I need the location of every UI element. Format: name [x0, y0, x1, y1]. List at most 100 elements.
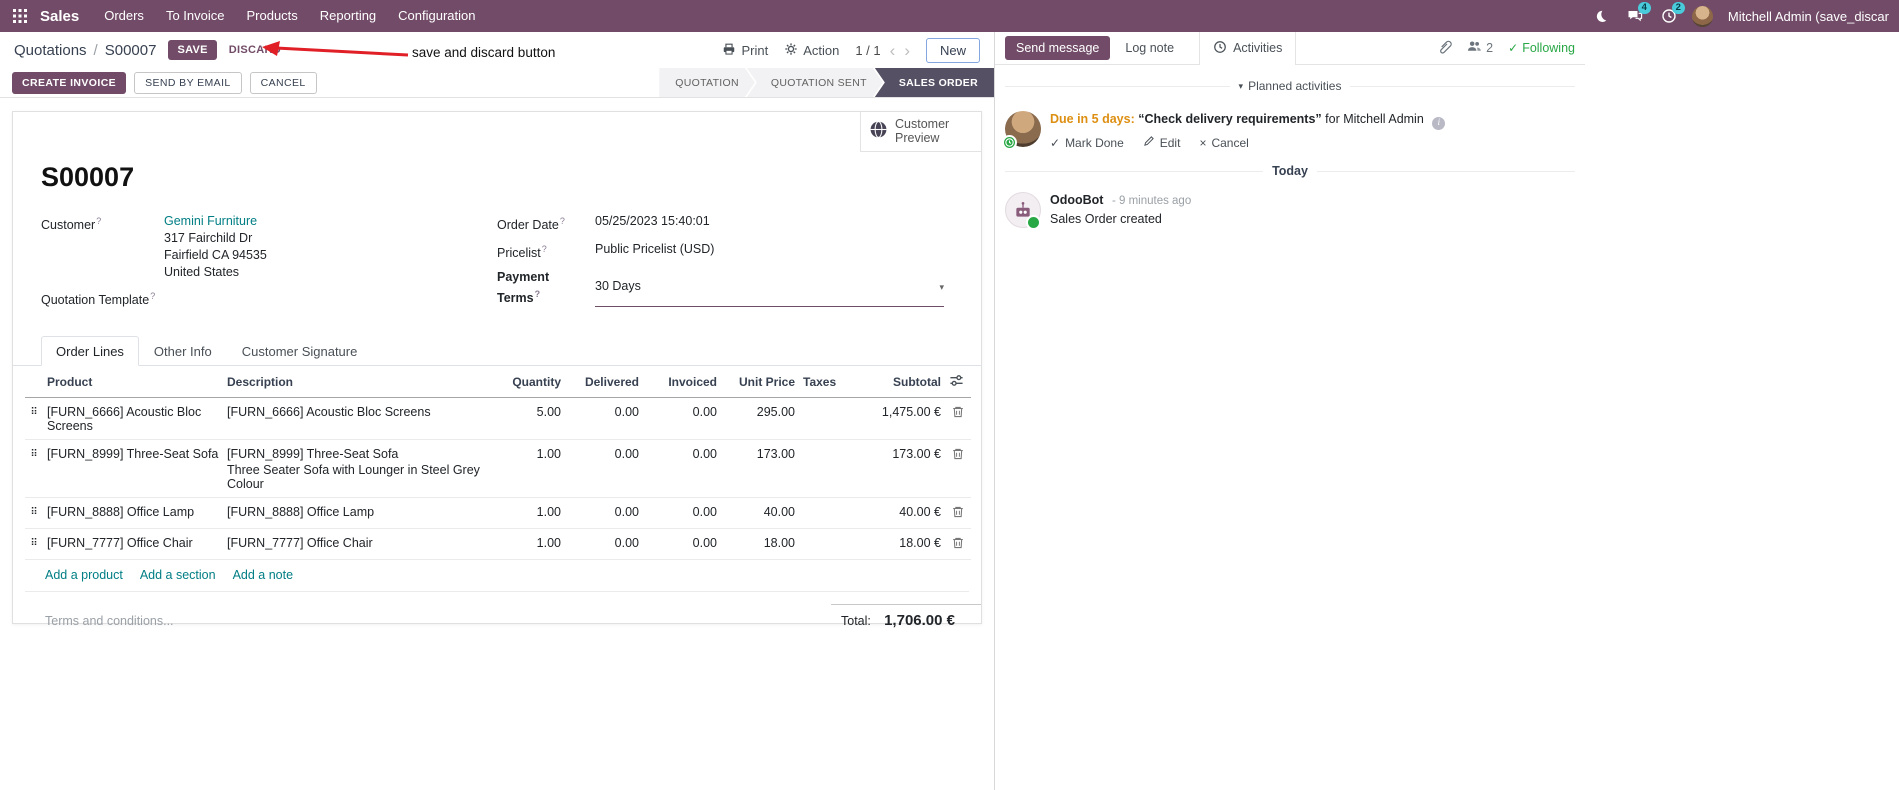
cell-quantity[interactable]: 1.00 [505, 497, 565, 530]
status-step-quotation[interactable]: QUOTATION [659, 68, 755, 97]
drag-handle-icon[interactable]: ⠿ [25, 397, 43, 441]
cell-product[interactable]: [FURN_8999] Three-Seat Sofa [43, 439, 223, 499]
header-description[interactable]: Description [223, 366, 505, 399]
cell-delivered[interactable]: 0.00 [565, 497, 643, 530]
cell-quantity[interactable]: 5.00 [505, 397, 565, 441]
cell-invoiced[interactable]: 0.00 [643, 397, 721, 441]
cell-invoiced[interactable]: 0.00 [643, 528, 721, 561]
header-delivered[interactable]: Delivered [565, 366, 643, 399]
record-title[interactable]: S00007 [41, 162, 981, 193]
drag-handle-icon[interactable]: ⠿ [25, 497, 43, 530]
send-by-email-button[interactable]: SEND BY EMAIL [134, 71, 242, 94]
drag-handle-icon[interactable]: ⠿ [25, 528, 43, 561]
cell-description[interactable]: [FURN_8888] Office Lamp [223, 497, 505, 530]
cell-description[interactable]: [FURN_7777] Office Chair [223, 528, 505, 561]
cell-description[interactable]: [FURN_6666] Acoustic Bloc Screens [223, 397, 505, 441]
delete-row-icon[interactable] [951, 447, 965, 464]
menu-products[interactable]: Products [235, 0, 308, 32]
cell-product[interactable]: [FURN_7777] Office Chair [43, 528, 223, 561]
planned-activities-header[interactable]: ▾ Planned activities [1005, 79, 1576, 93]
odoobot-avatar[interactable] [1005, 192, 1041, 230]
order-line-row[interactable]: ⠿ [FURN_8999] Three-Seat Sofa [FURN_8999… [25, 439, 971, 499]
user-avatar[interactable] [1688, 0, 1718, 32]
edit-activity-button[interactable]: Edit [1143, 135, 1180, 150]
order-line-row[interactable]: ⠿ [FURN_8888] Office Lamp [FURN_8888] Of… [25, 497, 971, 530]
drag-handle-icon[interactable]: ⠿ [25, 439, 43, 499]
activity-avatar[interactable] [1002, 111, 1041, 150]
header-quantity[interactable]: Quantity [505, 366, 565, 399]
send-message-button[interactable]: Send message [1005, 36, 1111, 60]
cell-unit-price[interactable]: 40.00 [721, 497, 799, 530]
cell-quantity[interactable]: 1.00 [505, 528, 565, 561]
dropdown-caret-icon[interactable]: ▾ [939, 279, 944, 296]
status-step-sales-order[interactable]: SALES ORDER [874, 68, 994, 97]
tab-customer-signature[interactable]: Customer Signature [227, 336, 373, 366]
cell-taxes[interactable] [799, 397, 857, 441]
action-button[interactable]: Action [784, 42, 839, 59]
order-line-row[interactable]: ⠿ [FURN_7777] Office Chair [FURN_7777] O… [25, 528, 971, 561]
header-unit-price[interactable]: Unit Price [721, 366, 799, 399]
pager-next-icon[interactable]: › [904, 42, 910, 59]
cell-delivered[interactable]: 0.00 [565, 439, 643, 499]
following-button[interactable]: ✓ Following [1508, 41, 1575, 55]
cell-taxes[interactable] [799, 528, 857, 561]
app-name[interactable]: Sales [40, 8, 79, 25]
save-button[interactable]: SAVE [168, 40, 217, 60]
cancel-activity-button[interactable]: × Cancel [1199, 135, 1248, 150]
optional-columns-icon[interactable] [945, 366, 971, 399]
info-icon[interactable]: i [1432, 117, 1446, 130]
cell-invoiced[interactable]: 0.00 [643, 497, 721, 530]
cell-product[interactable]: [FURN_6666] Acoustic Bloc Screens [43, 397, 223, 441]
menu-reporting[interactable]: Reporting [309, 0, 387, 32]
terms-placeholder[interactable]: Terms and conditions... [25, 604, 174, 628]
delete-row-icon[interactable] [951, 536, 965, 553]
cell-delivered[interactable]: 0.00 [565, 528, 643, 561]
mark-done-button[interactable]: ✓ Mark Done [1050, 135, 1124, 150]
activities-clock-icon[interactable]: 2 [1654, 0, 1685, 32]
cell-product[interactable]: [FURN_8888] Office Lamp [43, 497, 223, 530]
pager-previous-icon[interactable]: ‹ [890, 42, 896, 59]
status-step-quotation-sent[interactable]: QUOTATION SENT [747, 68, 883, 97]
cancel-button[interactable]: CANCEL [249, 71, 317, 94]
dark-mode-moon-icon[interactable] [1586, 0, 1616, 32]
add-note-link[interactable]: Add a note [233, 568, 293, 582]
cell-quantity[interactable]: 1.00 [505, 439, 565, 499]
header-taxes[interactable]: Taxes [799, 366, 857, 399]
header-invoiced[interactable]: Invoiced [643, 366, 721, 399]
cell-delivered[interactable]: 0.00 [565, 397, 643, 441]
customer-preview-button[interactable]: Customer Preview [860, 112, 981, 152]
attachment-paperclip-icon[interactable] [1437, 39, 1452, 57]
order-line-row[interactable]: ⠿ [FURN_6666] Acoustic Bloc Screens [FUR… [25, 397, 971, 441]
cell-unit-price[interactable]: 18.00 [721, 528, 799, 561]
delete-row-icon[interactable] [951, 405, 965, 422]
print-button[interactable]: Print [722, 42, 768, 59]
menu-orders[interactable]: Orders [93, 0, 155, 32]
tab-order-lines[interactable]: Order Lines [41, 336, 139, 367]
payment-terms-input[interactable] [595, 278, 936, 298]
pricelist-value[interactable]: Public Pricelist (USD) [595, 241, 714, 262]
apps-grid-icon[interactable] [6, 0, 34, 32]
header-subtotal[interactable]: Subtotal [857, 366, 945, 399]
header-product[interactable]: Product [43, 366, 223, 399]
tab-other-info[interactable]: Other Info [139, 336, 227, 366]
order-date-value[interactable]: 05/25/2023 15:40:01 [595, 213, 710, 234]
messages-icon[interactable]: 4 [1620, 0, 1651, 32]
menu-to-invoice[interactable]: To Invoice [155, 0, 236, 32]
cell-description[interactable]: [FURN_8999] Three-Seat Sofa Three Seater… [223, 439, 505, 499]
cell-unit-price[interactable]: 295.00 [721, 397, 799, 441]
message-author[interactable]: OdooBot [1050, 193, 1103, 207]
delete-row-icon[interactable] [951, 505, 965, 522]
new-button[interactable]: New [925, 37, 980, 63]
add-section-link[interactable]: Add a section [140, 568, 216, 582]
cell-taxes[interactable] [799, 439, 857, 499]
menu-configuration[interactable]: Configuration [387, 0, 486, 32]
log-note-button[interactable]: Log note [1114, 36, 1185, 60]
discard-button[interactable]: DISCARD [221, 40, 289, 60]
breadcrumb-quotations[interactable]: Quotations [14, 42, 87, 59]
create-invoice-button[interactable]: CREATE INVOICE [12, 71, 127, 94]
cell-invoiced[interactable]: 0.00 [643, 439, 721, 499]
cell-unit-price[interactable]: 173.00 [721, 439, 799, 499]
add-product-link[interactable]: Add a product [45, 568, 123, 582]
user-name[interactable]: Mitchell Admin (save_discar [1728, 9, 1889, 24]
activities-tab[interactable]: Activities [1199, 31, 1297, 65]
